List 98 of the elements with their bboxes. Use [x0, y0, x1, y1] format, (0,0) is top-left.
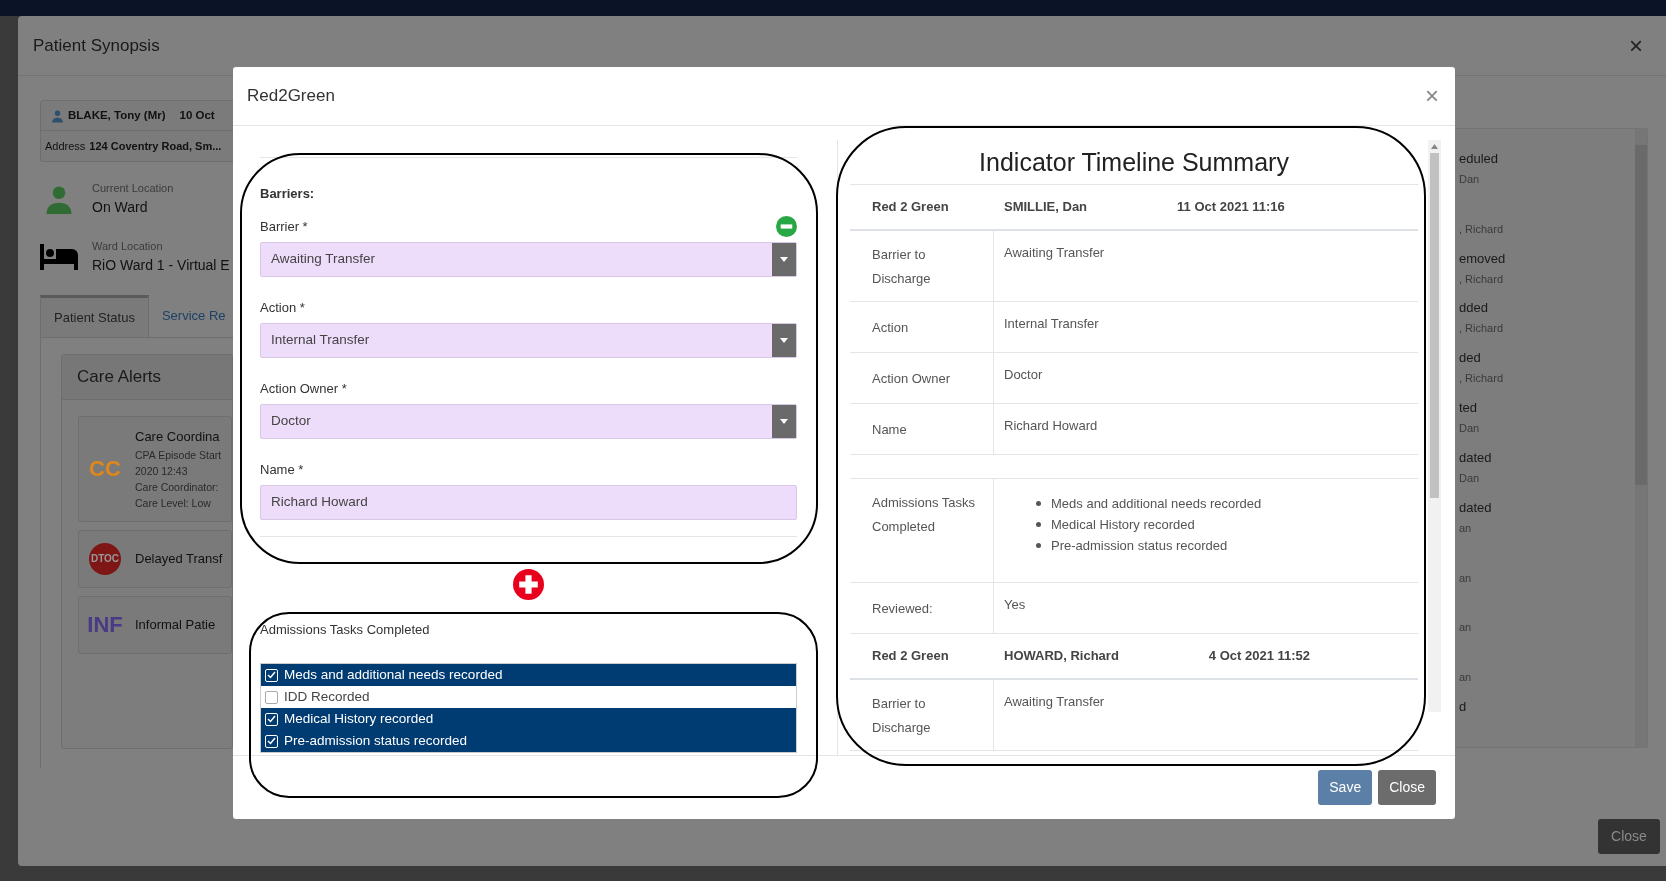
activity-title: emoved [1459, 249, 1507, 268]
address-label: Address [45, 138, 86, 154]
activity-subtitle: an [1459, 670, 1473, 686]
task-item: Medical History recorded [1051, 516, 1195, 534]
row-value: Awaiting Transfer [1003, 693, 1106, 711]
bed-icon [40, 244, 78, 270]
activity-subtitle: an [1459, 520, 1473, 536]
patient-name: BLAKE, Tony (Mr) [68, 107, 166, 123]
save-button[interactable]: Save [1318, 770, 1373, 805]
location-value: RiO Ward 1 - Virtual E [92, 255, 230, 275]
field-label: Barrier * [260, 217, 308, 236]
row-label: Barrier to Discharge [872, 696, 931, 735]
location-value: On Ward [92, 197, 149, 217]
alert-detail: Care Coordinator: [135, 479, 220, 495]
activity-subtitle: , Richard [1459, 371, 1505, 387]
task-item: Pre-admission status recorded [1051, 537, 1228, 555]
alert-detail: Care Level: Low [135, 495, 212, 511]
location-label: Ward Location [92, 239, 164, 255]
dropdown-field[interactable]: Awaiting Transfer [260, 241, 797, 277]
check-icon [267, 715, 276, 723]
alert-code-label: CC [89, 455, 121, 484]
alert-code-label: INF [87, 611, 123, 639]
caret-icon [780, 256, 788, 262]
row-value: Richard Howard [1003, 417, 1099, 435]
row-label: Action Owner [872, 371, 951, 386]
caret-icon [780, 418, 788, 424]
patient-date: 10 Oct [179, 107, 215, 123]
scroll-up-arrow-icon[interactable] [1431, 144, 1438, 149]
entry-author: HOWARD, Richard [1004, 647, 1119, 666]
entry-type: Red 2 Green [872, 647, 950, 666]
row-value: Internal Transfer [1003, 315, 1100, 333]
window-title: Patient Synopsis [33, 34, 160, 57]
alert-title: Delayed Transf [135, 549, 223, 568]
bullet-icon [1036, 501, 1041, 506]
entry-type: Red 2 Green [872, 198, 950, 217]
row-value: Doctor [1003, 366, 1044, 384]
entry-date: 11 Oct 2021 11:16 [1177, 198, 1285, 217]
alert-detail: 2020 12:43 [135, 463, 189, 479]
check-icon [267, 737, 276, 745]
close-button[interactable]: × [1425, 78, 1439, 114]
alert-title: Care Coordina [135, 428, 221, 446]
dropdown-field[interactable]: Doctor [260, 403, 797, 439]
close-button[interactable]: Close [1378, 770, 1436, 805]
activity-title: ded [1459, 349, 1482, 368]
patient-icon [51, 108, 64, 123]
close-button[interactable]: Close [1598, 819, 1660, 854]
activity-subtitle: an [1459, 570, 1473, 586]
entry-date: 4 Oct 2021 11:52 [1208, 647, 1311, 666]
location-label: Current Location [92, 181, 174, 197]
field-label: Name * [260, 460, 304, 479]
activity-subtitle: Dan [1459, 421, 1481, 437]
activity-subtitle: , Richard [1459, 221, 1505, 237]
dropdown-field[interactable]: Internal Transfer [260, 322, 797, 358]
checkbox[interactable] [265, 690, 278, 704]
bullet-icon [1036, 543, 1041, 548]
alert-detail: CPA Episode Start [135, 447, 222, 463]
row-label: Action [872, 320, 909, 335]
checklist-item[interactable]: Pre-admission status recorded [261, 730, 796, 752]
activity-subtitle: Dan [1459, 172, 1481, 187]
summary-title: Indicator Timeline Summary [978, 147, 1290, 178]
activity-title: dated [1459, 498, 1493, 517]
scrollbar[interactable] [1428, 140, 1441, 712]
caret-icon [780, 337, 788, 343]
row-label: Admissions Tasks Completed [872, 495, 976, 534]
remove-icon[interactable] [776, 216, 797, 237]
activity-subtitle: , Richard [1459, 321, 1505, 337]
activity-title: dated [1459, 448, 1493, 467]
modal-title: Red2Green [247, 85, 335, 108]
activity-subtitle: an [1459, 620, 1473, 636]
row-label: Reviewed: [872, 601, 933, 616]
alert-title: Informal Patie [135, 615, 216, 634]
field-label: Action Owner * [260, 379, 347, 398]
checklist-item[interactable]: Medical History recorded [261, 708, 796, 730]
address-value: 124 Coventry Road, Sm... [89, 138, 222, 154]
bullet-icon [1036, 522, 1041, 527]
activity-title: d [1459, 698, 1468, 717]
add-icon[interactable] [513, 568, 544, 600]
row-label: Name [872, 422, 907, 437]
alert-badge: DTOC [89, 542, 121, 575]
section-heading: Barriers: [260, 185, 316, 203]
panel-title: Care Alerts [77, 366, 162, 389]
activity-title: ted [1459, 399, 1479, 418]
input-field[interactable]: Richard Howard [260, 484, 797, 520]
checklist-item[interactable]: Meds and additional needs recorded [261, 664, 796, 686]
close-button[interactable]: × [1629, 27, 1643, 64]
row-value: Awaiting Transfer [1003, 244, 1106, 262]
row-value: Yes [1003, 596, 1027, 614]
activity-title: dded [1459, 299, 1489, 318]
activity-title: eduled [1459, 150, 1500, 168]
field-label: Action * [260, 298, 305, 317]
row-label: Barrier to Discharge [872, 247, 931, 286]
tab[interactable]: Patient Status [40, 295, 149, 337]
entry-author: SMILLIE, Dan [1004, 198, 1088, 217]
activity-subtitle: , Richard [1459, 271, 1505, 287]
activity-subtitle: Dan [1459, 470, 1481, 486]
field-label: Admissions Tasks Completed [260, 620, 431, 639]
check-icon [267, 671, 276, 679]
task-item: Meds and additional needs recorded [1051, 495, 1262, 513]
